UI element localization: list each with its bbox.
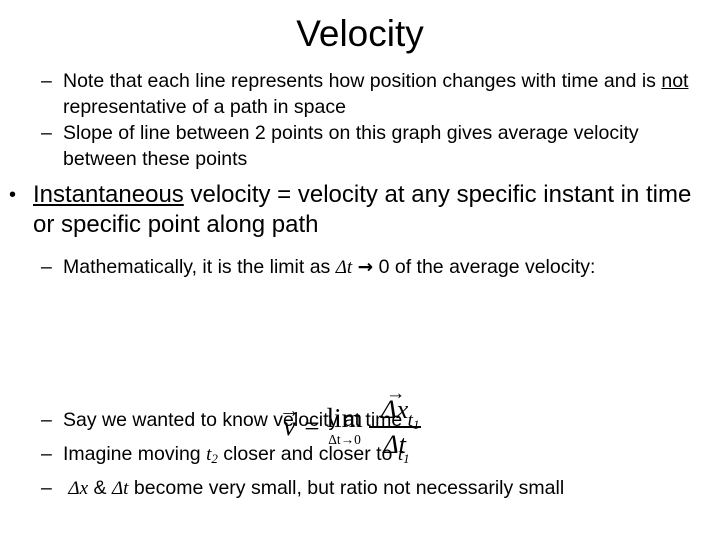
bullet-text-part: become very small, but ratio not necessa… [128, 476, 565, 499]
math-vector-delta-x: → Δx [381, 384, 408, 425]
bullet-text-part: & [88, 476, 112, 499]
bullet-text-part: 0 of the average velocity: [373, 256, 596, 278]
list-item-text: Δx & Δt become very small, but ratio not… [63, 475, 697, 502]
list-item: – Note that each line represents how pos… [0, 68, 720, 120]
list-item-primary: • Instantaneous velocity = velocity at a… [0, 180, 720, 240]
math-limit-operator: lim Δt→0 [326, 402, 367, 448]
math-lim-subscript: Δt→0 [328, 432, 361, 448]
velocity-limit-equation: → v = lim Δt→0 → Δx Δt [279, 384, 423, 460]
math-variable-delta-t: Δt [335, 257, 353, 278]
bullet-dash-marker: – [41, 476, 52, 499]
math-fraction-numerator: → Δx [377, 384, 412, 425]
math-symbol-delta-t: Δt [383, 428, 407, 459]
bullet-text-part: representative of a path in space [63, 96, 346, 118]
bullet-text-part: Mathematically, it is the limit as [63, 256, 336, 278]
page-title: Velocity [296, 13, 424, 54]
slide: Velocity – Note that each line represent… [0, 0, 720, 540]
bullet-dash-marker: – [41, 70, 52, 92]
list-item-text: Slope of line between 2 points on this g… [63, 122, 639, 170]
bullet-dash-marker: – [41, 256, 52, 278]
math-variable-delta-x: Δx [68, 477, 89, 499]
vector-arrow-icon: → [385, 383, 406, 405]
bullet-dash-marker: – [41, 122, 52, 144]
list-item: – Δx & Δt become very small, but ratio n… [0, 475, 720, 502]
math-fraction-bar [368, 425, 421, 428]
bullet-text-part: Note that each line represents how posit… [63, 70, 662, 92]
bullet-group-math: – Mathematically, it is the limit as Δt … [0, 254, 720, 281]
math-vector-v: → v [279, 400, 300, 442]
math-variable-delta-t: Δt [111, 477, 129, 499]
list-item-text: Instantaneous velocity = velocity at any… [33, 180, 719, 240]
list-item-text: Note that each line represents how posit… [63, 68, 697, 120]
list-item: – Mathematically, it is the limit as Δt … [0, 254, 720, 281]
math-lim-label: lim [326, 402, 363, 433]
bullet-group-top: – Note that each line represents how pos… [0, 68, 720, 172]
math-equals-sign: = [304, 411, 320, 442]
math-fraction-denominator: Δt [379, 429, 410, 460]
bullet-text-emphasis: Instantaneous [33, 181, 184, 208]
right-arrow-icon: → [357, 257, 374, 278]
bullet-dot-marker: • [9, 184, 17, 206]
bullet-text-emphasis: not [661, 70, 689, 92]
equation-block: → v = lim Δt→0 → Δx Δt [0, 384, 720, 460]
slide-body: – Note that each line represents how pos… [0, 68, 720, 505]
list-item-text: Mathematically, it is the limit as Δt → … [63, 254, 697, 281]
math-fraction: → Δx Δt [367, 384, 423, 460]
list-item: – Slope of line between 2 points on this… [0, 120, 720, 172]
vector-arrow-icon: → [278, 398, 300, 423]
